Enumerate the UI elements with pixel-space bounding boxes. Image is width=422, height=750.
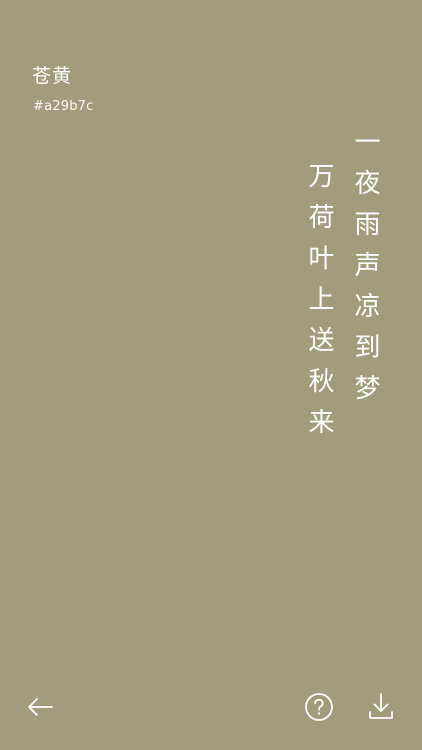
bottom-toolbar: [0, 666, 422, 750]
poem-line-2: 万荷叶上送秋来: [304, 162, 334, 449]
color-hex-value: #a29b7c: [33, 99, 94, 114]
question-circle-icon: [305, 693, 333, 721]
back-button[interactable]: [24, 690, 58, 724]
poem: 一夜雨声凉到梦 万荷叶上送秋来: [304, 128, 380, 449]
poem-line-1: 一夜雨声凉到梦: [350, 128, 380, 415]
download-icon: [369, 693, 393, 719]
help-button[interactable]: [302, 690, 336, 724]
color-name: 苍黄: [32, 65, 73, 87]
arrow-left-icon: [28, 698, 53, 716]
download-button[interactable]: [364, 690, 398, 724]
